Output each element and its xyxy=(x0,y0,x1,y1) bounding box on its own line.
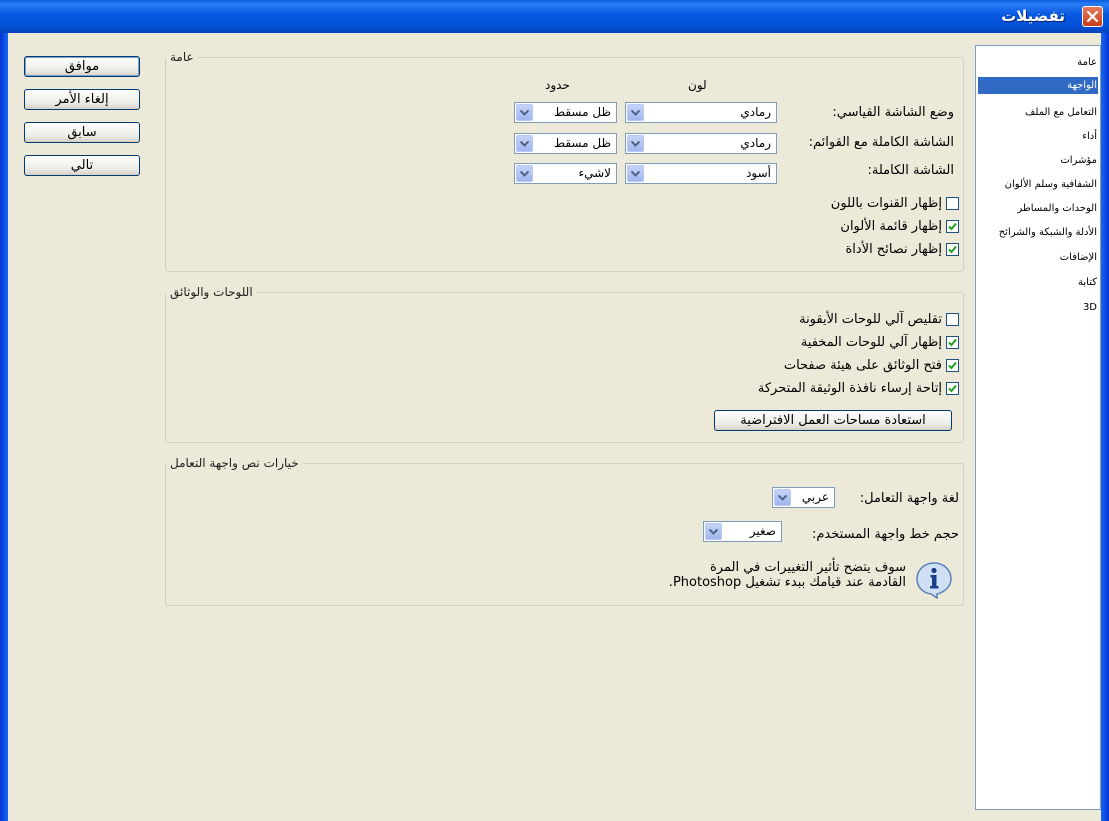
check-icon xyxy=(948,361,957,370)
show-color-menu-checkbox[interactable] xyxy=(946,220,959,233)
dropdown-arrow-icon xyxy=(627,104,644,121)
full-screen-border-select[interactable]: لاشيء xyxy=(514,163,617,184)
ui-font-size-value: صغير xyxy=(749,524,776,538)
full-screen-menus-color-value: رمادي xyxy=(740,136,771,150)
category-plugins[interactable]: الإضافات xyxy=(1060,249,1098,266)
show-color-menu-option[interactable]: إظهار قائمة الألوان xyxy=(840,219,959,234)
check-icon xyxy=(948,245,957,254)
title-bar: تفضيلات xyxy=(0,0,1109,34)
auto-show-hidden-panels-label: إظهار آلي للوحات المخفية xyxy=(800,335,942,350)
category-list[interactable]: عامة الواجهة التعامل مع الملف أداء مؤشرا… xyxy=(975,45,1101,810)
previous-button[interactable]: سابق xyxy=(24,122,140,143)
dropdown-arrow-icon xyxy=(516,165,533,182)
open-documents-as-tabs-checkbox[interactable] xyxy=(946,359,959,372)
open-documents-as-tabs-label: فتح الوثائق على هيئة صفحات xyxy=(783,358,942,373)
category-type[interactable]: كتابة xyxy=(1078,274,1098,291)
standard-screen-label: وضع الشاشة القياسي: xyxy=(832,105,954,120)
color-column-header: لون xyxy=(688,78,707,92)
full-screen-border-value: لاشيء xyxy=(578,166,611,180)
cancel-button[interactable]: إلغاء الأمر xyxy=(24,89,140,110)
category-3d[interactable]: 3D xyxy=(1083,299,1098,316)
standard-screen-border-value: ظل مسقط xyxy=(553,105,611,119)
ui-language-value: عربي xyxy=(801,490,829,504)
window-frame-right xyxy=(1101,33,1109,821)
show-tool-tips-option[interactable]: إظهار نصائح الأداة xyxy=(845,242,959,257)
standard-screen-border-select[interactable]: ظل مسقط xyxy=(514,102,617,123)
window-frame-left xyxy=(0,33,8,821)
ui-language-select[interactable]: عربي xyxy=(772,487,835,508)
auto-collapse-panels-checkbox[interactable] xyxy=(946,313,959,326)
ui-font-size-label: حجم خط واجهة المستخدم: xyxy=(812,527,959,542)
show-channels-in-color-label: إظهار القنوات باللون xyxy=(830,196,942,211)
dropdown-arrow-icon xyxy=(627,165,644,182)
full-screen-color-value: أسود xyxy=(746,166,771,180)
show-tool-tips-checkbox[interactable] xyxy=(946,243,959,256)
auto-collapse-panels-option[interactable]: تقليص آلي للوحات الأيقونة xyxy=(799,312,959,327)
category-cursors[interactable]: مؤشرات xyxy=(1060,152,1098,169)
category-guides-grid-slices[interactable]: الأدلة والشبكة والشرائح xyxy=(999,224,1098,241)
show-channels-in-color-checkbox[interactable] xyxy=(946,197,959,210)
auto-collapse-panels-label: تقليص آلي للوحات الأيقونة xyxy=(799,312,942,327)
category-interface[interactable]: الواجهة xyxy=(978,77,1098,94)
auto-show-hidden-panels-option[interactable]: إظهار آلي للوحات المخفية xyxy=(801,335,959,350)
enable-floating-docking-label: إتاحة إرساء نافذة الوثيقة المتحركة xyxy=(757,381,942,396)
ok-button[interactable]: موافق xyxy=(24,56,140,77)
category-performance[interactable]: أداء xyxy=(1082,128,1098,145)
restore-workspaces-button[interactable]: استعادة مساحات العمل الافتراضية xyxy=(714,410,952,431)
full-screen-menus-color-select[interactable]: رمادي xyxy=(625,133,777,154)
full-screen-label: الشاشة الكاملة: xyxy=(867,163,954,178)
dropdown-arrow-icon xyxy=(705,523,722,540)
border-column-header: حدود xyxy=(545,78,570,92)
dropdown-arrow-icon xyxy=(774,489,791,506)
ui-font-size-select[interactable]: صغير xyxy=(703,521,782,542)
full-screen-menus-border-select[interactable]: ظل مسقط xyxy=(514,133,617,154)
category-file-handling[interactable]: التعامل مع الملف xyxy=(1025,104,1098,121)
next-button[interactable]: تالي xyxy=(24,155,140,176)
category-general[interactable]: عامة xyxy=(1077,54,1098,71)
check-icon xyxy=(948,338,957,347)
enable-floating-docking-checkbox[interactable] xyxy=(946,382,959,395)
standard-screen-color-select[interactable]: رمادي xyxy=(625,102,777,123)
close-icon xyxy=(1086,10,1099,23)
show-channels-in-color-option[interactable]: إظهار القنوات باللون xyxy=(831,196,959,211)
full-screen-menus-border-value: ظل مسقط xyxy=(553,136,611,150)
close-button[interactable] xyxy=(1082,6,1103,27)
enable-floating-docking-option[interactable]: إتاحة إرساء نافذة الوثيقة المتحركة xyxy=(758,381,959,396)
info-message-line-2: القادمة عند قيامك ببدء تشغيل Photoshop. xyxy=(668,575,906,590)
check-icon xyxy=(948,222,957,231)
panels-documents-legend: اللوحات والوثائق xyxy=(170,285,253,299)
ui-text-options-legend: خيارات نص واجهة التعامل xyxy=(170,456,299,470)
show-color-menu-label: إظهار قائمة الألوان xyxy=(840,219,942,234)
category-transparency-gamut[interactable]: الشفافية وسلم الألوان xyxy=(1005,176,1098,193)
full-screen-menus-label: الشاشة الكاملة مع القوائم: xyxy=(808,135,954,150)
dropdown-arrow-icon xyxy=(516,104,533,121)
info-message-line-1: سوف يتضح تأثير التغييرات في المرة xyxy=(709,560,906,575)
full-screen-color-select[interactable]: أسود xyxy=(625,163,777,184)
ui-language-label: لغة واجهة التعامل: xyxy=(859,491,959,506)
dropdown-arrow-icon xyxy=(516,135,533,152)
general-legend: عامة xyxy=(170,50,194,64)
auto-show-hidden-panels-checkbox[interactable] xyxy=(946,336,959,349)
category-units-rulers[interactable]: الوحدات والمساطر xyxy=(1017,200,1098,217)
dropdown-arrow-icon xyxy=(627,135,644,152)
window-title: تفضيلات xyxy=(1001,7,1065,25)
show-tool-tips-label: إظهار نصائح الأداة xyxy=(845,242,942,257)
check-icon xyxy=(948,384,957,393)
standard-screen-color-value: رمادي xyxy=(740,105,771,119)
open-documents-as-tabs-option[interactable]: فتح الوثائق على هيئة صفحات xyxy=(784,358,959,373)
info-icon xyxy=(916,562,952,599)
